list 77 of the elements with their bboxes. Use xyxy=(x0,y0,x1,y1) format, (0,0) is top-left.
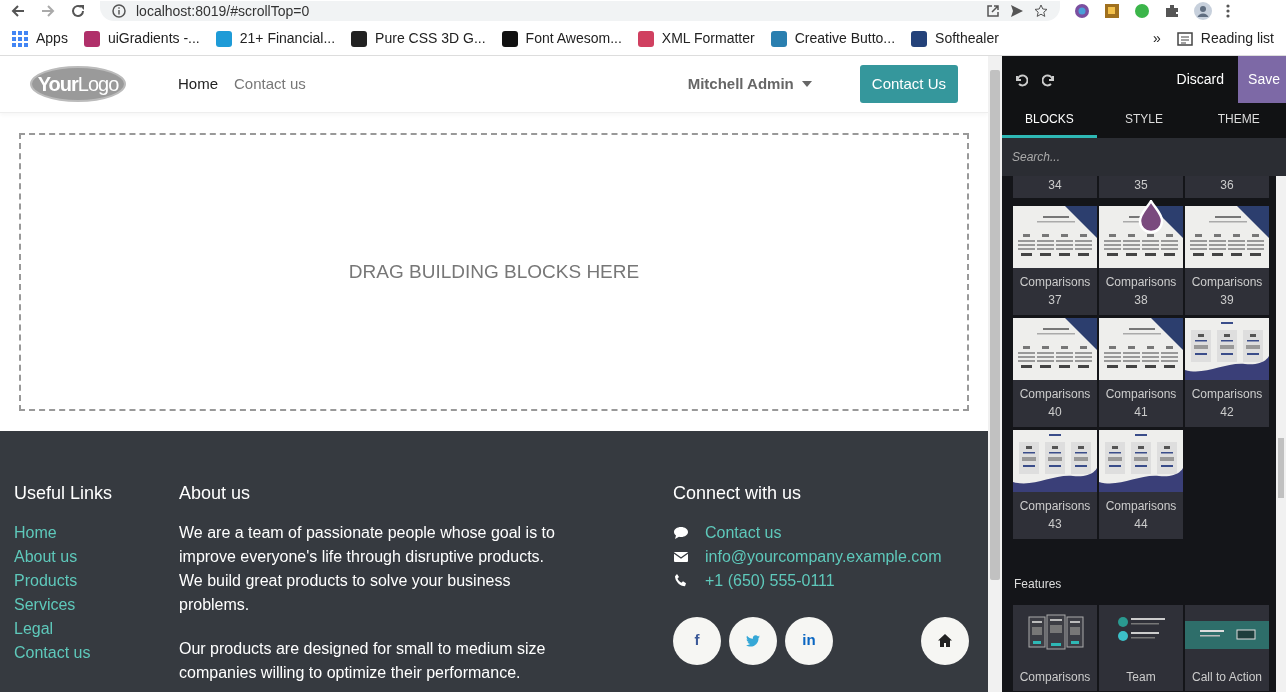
twitter-button[interactable] xyxy=(729,616,777,665)
profile-icon[interactable] xyxy=(1194,2,1212,20)
footer-heading: Useful Links xyxy=(14,483,114,505)
section-heading: Features xyxy=(1014,576,1063,593)
block-thumbnail[interactable]: Comparisons 40 xyxy=(1013,318,1097,427)
nav-link[interactable]: Home xyxy=(178,72,218,96)
back-icon[interactable] xyxy=(10,3,26,19)
footer-heading: Connect with us xyxy=(673,483,803,505)
bookmark[interactable]: Creative Butto... xyxy=(770,28,896,49)
block-thumbnail[interactable]: Comparisons 37 xyxy=(1013,206,1097,315)
open-external-icon[interactable] xyxy=(986,4,1000,18)
drop-zone[interactable]: DRAG BUILDING BLOCKS HERE xyxy=(19,133,969,411)
drop-marker-icon xyxy=(1138,200,1164,234)
home-icon xyxy=(938,634,952,648)
footer-link[interactable]: Services xyxy=(14,595,76,613)
about-paragraph: We are a team of passionate people whose goal is to improve everyone's life through disruptive products. We build great products to solve your business problems. xyxy=(179,522,556,615)
address-bar[interactable]: localhost:8019/#scrollTop=0 xyxy=(100,1,1060,21)
block-thumbnail[interactable]: Comparisons 43 xyxy=(1013,430,1097,539)
footer-link[interactable]: Products xyxy=(14,571,78,589)
scrollbar-thumb[interactable] xyxy=(990,70,1000,580)
info-icon xyxy=(112,4,126,18)
contact-link[interactable]: info@yourcompany.example.com xyxy=(705,544,942,569)
block-thumbnail[interactable]: Comparisons 39 xyxy=(1185,206,1269,315)
tab[interactable]: THEME xyxy=(1191,103,1286,138)
block-label: 35 xyxy=(1099,176,1183,198)
bookmark[interactable]: Apps xyxy=(12,28,68,49)
facebook-button[interactable]: f xyxy=(673,616,721,665)
undo-icon[interactable] xyxy=(1014,72,1028,87)
discard-button[interactable]: Discard xyxy=(1162,69,1239,90)
search-field[interactable]: Search... xyxy=(1002,138,1286,176)
bookmark[interactable]: Softhealer xyxy=(911,28,999,49)
more-bookmarks-button[interactable]: » xyxy=(1153,28,1161,49)
linkedin-button[interactable]: in xyxy=(785,616,833,665)
bird-icon xyxy=(746,634,760,647)
extension-icon[interactable] xyxy=(1134,3,1150,19)
bookmark[interactable]: Font Awesom... xyxy=(501,28,622,49)
block-thumbnail[interactable]: Comparisons 41 xyxy=(1099,318,1183,427)
redo-icon[interactable] xyxy=(1042,72,1056,87)
home-button[interactable] xyxy=(921,616,969,665)
bookmark[interactable]: 21+ Financial... xyxy=(215,28,336,49)
reload-icon[interactable] xyxy=(70,3,86,19)
block-thumbnail[interactable]: Comparisons 42 xyxy=(1185,318,1269,427)
puzzle-icon[interactable] xyxy=(1164,3,1180,19)
user-menu[interactable]: Mitchell Admin xyxy=(687,72,812,96)
bookmark[interactable]: XML Formatter xyxy=(637,28,755,49)
scrollbar[interactable] xyxy=(988,56,1002,692)
menu-icon[interactable] xyxy=(1226,3,1230,19)
reading-list-button[interactable]: Reading list xyxy=(1176,28,1274,49)
send-icon[interactable] xyxy=(1010,4,1024,18)
block-label: 36 xyxy=(1185,176,1269,198)
footer-link[interactable]: Home xyxy=(14,523,57,541)
bookmark[interactable]: uiGradients -... xyxy=(83,28,200,49)
block-thumbnail[interactable]: Comparisons 44 xyxy=(1099,430,1183,539)
url-text: localhost:8019/#scrollTop=0 xyxy=(136,1,311,21)
speech-bubble-icon xyxy=(673,524,689,541)
phone-icon xyxy=(673,572,689,589)
footer-heading: About us xyxy=(179,483,252,505)
tab[interactable]: STYLE xyxy=(1096,103,1192,138)
reading-list-icon xyxy=(1176,31,1193,46)
save-button[interactable]: Save xyxy=(1238,56,1286,103)
footer-link[interactable]: About us xyxy=(14,547,78,565)
extension-icon[interactable] xyxy=(1074,3,1090,19)
about-paragraph: Our products are designed for small to medium size companies willing to optimize their performance. xyxy=(179,638,547,683)
caret-icon xyxy=(801,81,812,87)
apps-grid-icon xyxy=(12,30,28,47)
scrollbar[interactable] xyxy=(1276,176,1286,692)
contact-link[interactable]: +1 (650) 555-0111 xyxy=(705,568,835,593)
star-icon[interactable] xyxy=(1034,4,1048,18)
block-thumbnail[interactable]: Comparisons 38 xyxy=(1099,206,1183,315)
bookmark[interactable]: Pure CSS 3D G... xyxy=(351,28,486,49)
extension-icon[interactable] xyxy=(1104,3,1120,19)
nav-link[interactable]: Contact us xyxy=(234,72,306,96)
scrollbar-thumb[interactable] xyxy=(1278,438,1284,498)
contact-link[interactable]: Contact us xyxy=(705,520,782,545)
footer-link[interactable]: Legal xyxy=(14,619,54,637)
block-label: 34 xyxy=(1013,176,1097,198)
footer-link[interactable]: Contact us xyxy=(14,643,91,661)
